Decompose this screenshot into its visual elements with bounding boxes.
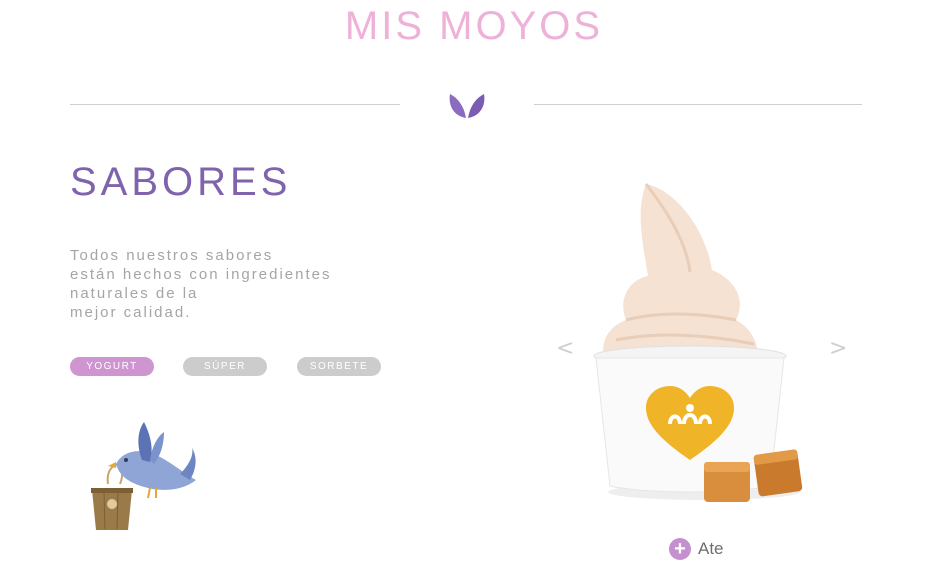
brand-title: MIS MOYOS: [344, 4, 604, 48]
divider-line-right: [534, 104, 862, 105]
description-line: mejor calidad.: [70, 304, 192, 321]
description-line: Todos nuestros sabores: [70, 247, 274, 264]
category-tab-super[interactable]: SÚPER: [183, 357, 267, 376]
carousel-prev-button[interactable]: <: [556, 336, 574, 361]
page: MIS MOYOS SABORES Todos nuestros sabores…: [0, 0, 948, 562]
description-line: naturales de la: [70, 285, 199, 302]
add-flavor-link[interactable]: + Ate: [669, 538, 724, 560]
plus-circle-icon: +: [669, 538, 691, 560]
divider-line-left: [70, 104, 400, 105]
carousel-next-button[interactable]: >: [829, 336, 847, 361]
leaf-icon: [449, 94, 485, 118]
flavor-name: Ate: [698, 539, 724, 558]
category-tab-sorbete[interactable]: SORBETE: [297, 357, 381, 376]
section-description: Todos nuestros sabores están hechos con …: [70, 246, 331, 322]
product-image-frozen-yogurt-cup: [593, 183, 803, 502]
category-tab-yogurt[interactable]: YOGURT: [70, 357, 154, 376]
bird-with-bucket-icon: [91, 422, 196, 530]
section-title: SABORES: [70, 160, 292, 204]
description-line: están hechos con ingredientes: [70, 266, 332, 283]
